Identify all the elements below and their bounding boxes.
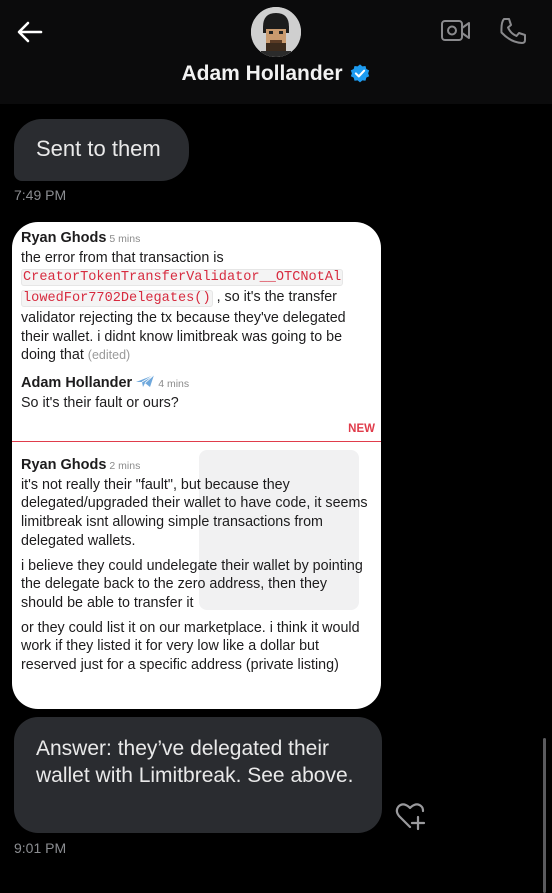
contact-name[interactable]: Adam Hollander <box>181 62 342 85</box>
slack-code-snippet-cont: lowedFor7702Delegates() <box>21 290 213 308</box>
slack-time: 2 mins <box>109 460 141 472</box>
slack-time: 4 mins <box>158 378 190 390</box>
avatar-image <box>251 7 301 57</box>
new-messages-label: NEW <box>348 423 375 435</box>
slack-paragraph: i believe they could undelegate their wa… <box>21 557 363 611</box>
heart-plus-icon[interactable] <box>394 800 428 832</box>
airplane-emoji-icon <box>136 374 155 387</box>
scrollbar[interactable] <box>543 738 546 893</box>
message-text: Sent to them <box>36 136 161 161</box>
slack-message: Ryan Ghods 2 mins it's not really their "… <box>21 456 373 675</box>
conversation-header: Adam Hollander <box>0 0 552 104</box>
slack-paragraph: or they could list it on our marketplace… <box>21 619 360 674</box>
message-text: Answer: they’ve delegated their wallet w… <box>36 737 354 787</box>
avatar[interactable] <box>251 7 301 57</box>
slack-text: So it's their fault or ours? <box>21 394 179 411</box>
verified-badge-icon <box>350 64 369 83</box>
slack-author: Ryan Ghods <box>21 457 107 473</box>
slack-author: Adam Hollander <box>21 375 133 391</box>
shared-screenshot-image[interactable]: Ryan Ghods 5 mins the error from that tra… <box>12 222 381 709</box>
message-timestamp: 7:49 PM <box>14 187 67 203</box>
slack-message: Adam Hollander 4 mins So it's their faul… <box>21 373 373 412</box>
message-bubble[interactable]: Sent to them <box>14 119 189 181</box>
slack-paragraph: it's not really their "fault", but becau… <box>21 476 368 549</box>
video-camera-icon[interactable] <box>440 17 472 45</box>
slack-author: Ryan Ghods <box>21 230 107 246</box>
slack-edited-tag: (edited) <box>87 348 131 363</box>
arrow-left-icon[interactable] <box>14 16 46 48</box>
new-messages-divider <box>12 441 381 442</box>
slack-time: 5 mins <box>109 233 141 245</box>
slack-text: the error from that transaction is <box>21 249 224 266</box>
message-timestamp: 9:01 PM <box>14 840 67 856</box>
slack-message: Ryan Ghods 5 mins the error from that tra… <box>21 229 373 365</box>
slack-code-snippet: CreatorTokenTransferValidator__OTCNotAl <box>21 269 344 287</box>
message-bubble[interactable]: Answer: they’ve delegated their wallet w… <box>14 717 382 833</box>
phone-icon[interactable] <box>498 16 528 46</box>
